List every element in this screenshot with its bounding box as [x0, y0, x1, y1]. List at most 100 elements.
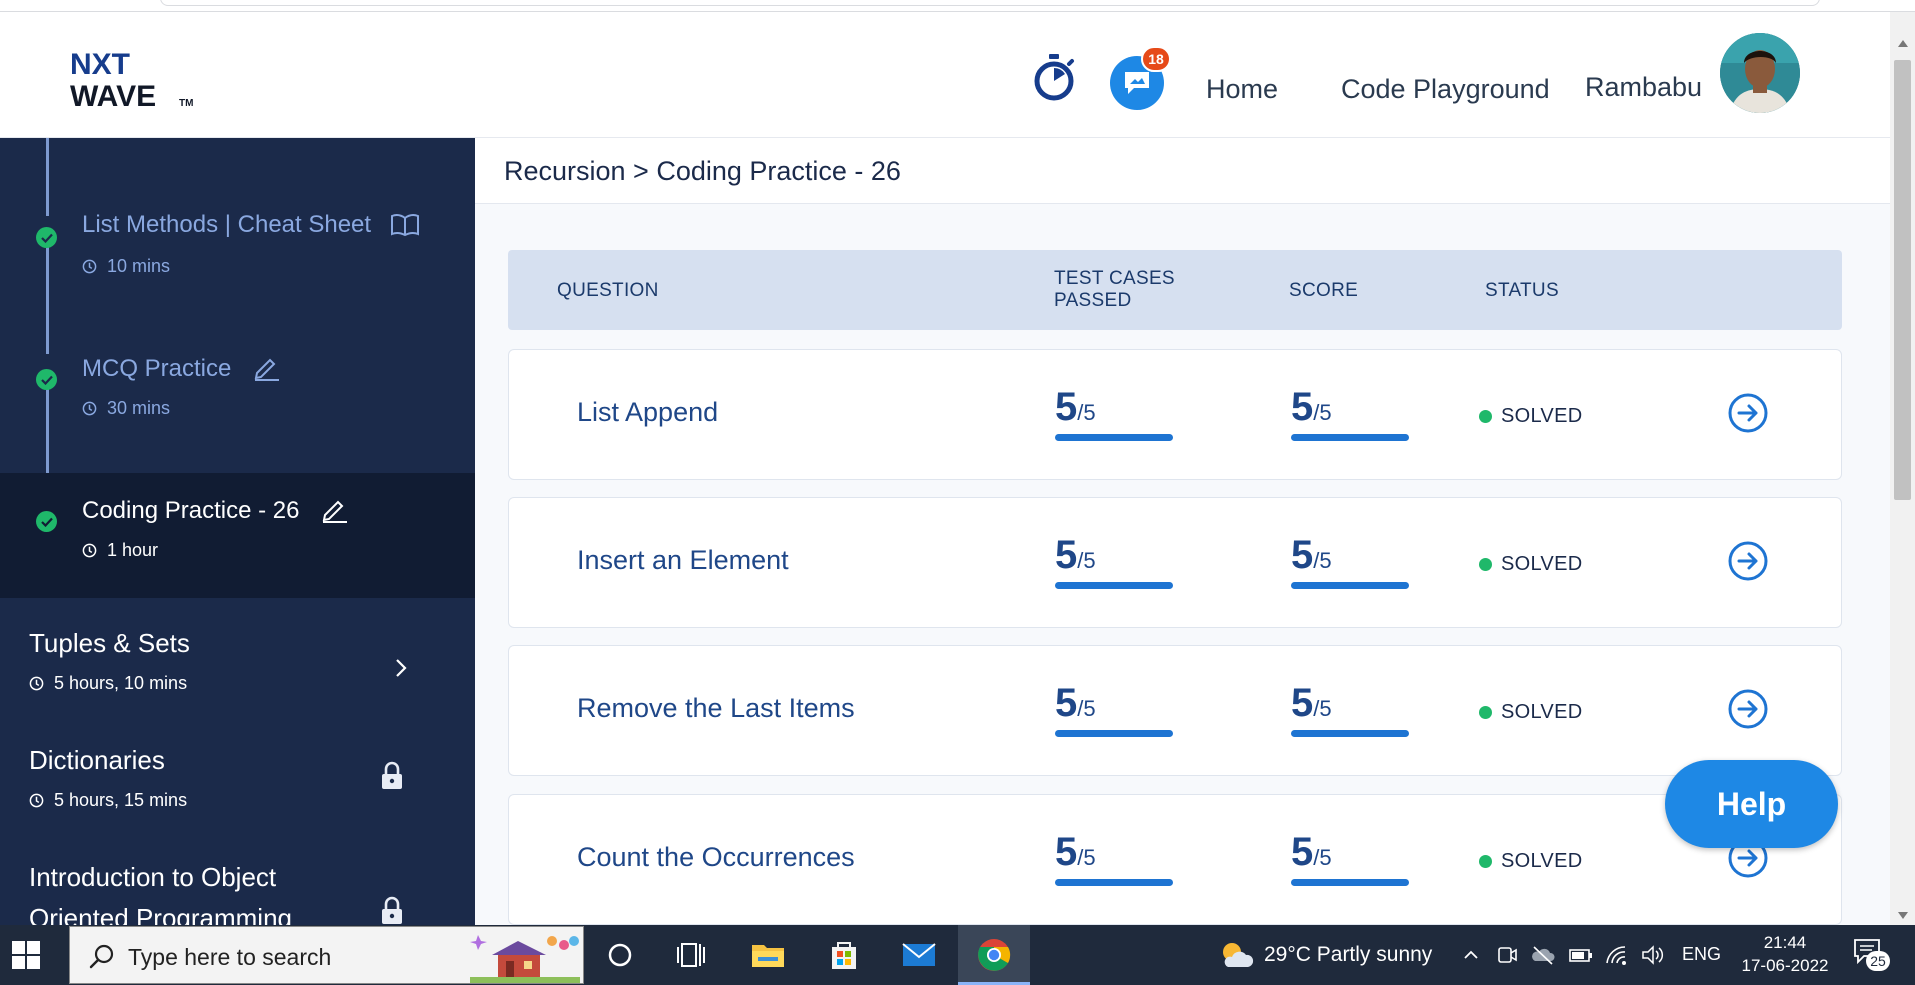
mail-icon[interactable]: [899, 935, 939, 975]
chat-notification-badge: 18: [1141, 46, 1171, 72]
book-icon: [390, 213, 419, 237]
search-highlight-illustration: [470, 931, 580, 983]
column-header-test-cases-line2: PASSED: [1054, 290, 1132, 311]
score-value: 5: [1291, 830, 1314, 874]
taskbar-search-box[interactable]: Type here to search: [69, 926, 584, 984]
module-title-line2: Oriented Programming: [29, 903, 292, 925]
pencil-icon: [322, 500, 348, 523]
battery-icon[interactable]: [1568, 943, 1594, 967]
status-label: SOLVED: [1501, 553, 1583, 575]
score-value: 5: [1291, 385, 1314, 429]
notification-center-button[interactable]: 25: [1852, 937, 1892, 973]
score: 5/5: [1291, 681, 1409, 737]
chevron-up-icon[interactable]: [1462, 943, 1480, 967]
question-name[interactable]: Insert an Element: [577, 545, 789, 576]
onedrive-offline-icon[interactable]: [1530, 943, 1556, 967]
status-dot: [1479, 410, 1492, 423]
passed-progress-bar: [1055, 582, 1173, 589]
table-row[interactable]: Insert an Element 5/5 5/5 SOLVED: [508, 497, 1842, 628]
passed-count: 5: [1055, 830, 1078, 874]
module-title-line1: Introduction to Object: [29, 862, 277, 892]
username-label[interactable]: Rambabu: [1585, 72, 1702, 103]
column-header-test-cases: TEST CASES PASSED: [1054, 268, 1175, 312]
wifi-icon[interactable]: [1604, 943, 1630, 967]
sidebar-item-title: Coding Practice - 26: [82, 495, 348, 525]
search-icon: [89, 944, 114, 969]
breadcrumb[interactable]: Recursion > Coding Practice - 26: [504, 156, 901, 187]
chevron-right-icon[interactable]: [394, 657, 408, 679]
passed-progress-bar: [1055, 730, 1173, 737]
nav-home-link[interactable]: Home: [1206, 74, 1278, 105]
cortana-icon[interactable]: [600, 935, 640, 975]
stopwatch-icon[interactable]: [1030, 52, 1078, 104]
top-header: NXT WAVE TM 18 Home Code Playground Ramb…: [0, 12, 1890, 138]
score: 5/5: [1291, 830, 1409, 886]
passed-total: /5: [1077, 548, 1096, 573]
completed-check-icon: [36, 227, 57, 248]
status-dot: [1479, 706, 1492, 719]
sidebar-item-duration: 30 mins: [82, 398, 170, 419]
pencil-icon: [254, 358, 280, 381]
status-badge: SOLVED: [1479, 701, 1582, 724]
sidebar-item-mcq-practice[interactable]: MCQ Practice 30 mins: [0, 338, 475, 448]
question-name[interactable]: Count the Occurrences: [577, 842, 855, 873]
sidebar-item-duration: 10 mins: [82, 256, 170, 277]
clock-icon: [82, 259, 97, 274]
help-button[interactable]: Help: [1665, 760, 1838, 848]
browser-chrome-strip: [0, 0, 1915, 12]
scroll-up-arrow-icon[interactable]: [1898, 40, 1908, 47]
score-total: /5: [1313, 548, 1332, 573]
column-header-status: STATUS: [1485, 280, 1559, 301]
weather-label: 29°C Partly sunny: [1264, 943, 1433, 966]
logo-tm: TM: [179, 98, 193, 109]
microsoft-store-icon[interactable]: [824, 935, 864, 975]
chrome-icon[interactable]: [974, 935, 1014, 975]
arrow-right-circle-icon[interactable]: [1727, 392, 1769, 434]
column-header-question: QUESTION: [557, 280, 659, 301]
column-header-test-cases-line1: TEST CASES: [1054, 268, 1175, 289]
sidebar-item-title: MCQ Practice: [82, 353, 280, 383]
table-row[interactable]: Remove the Last Items 5/5 5/5 SOLVED: [508, 645, 1842, 776]
duration-label: 1 hour: [107, 540, 159, 560]
taskbar-clock[interactable]: 21:44 17-06-2022: [1740, 931, 1830, 977]
passed-count: 5: [1055, 385, 1078, 429]
address-bar[interactable]: [160, 0, 1820, 6]
table-row[interactable]: List Append 5/5 5/5 SOLVED: [508, 349, 1842, 480]
user-avatar[interactable]: [1720, 33, 1800, 113]
module-duration: 5 hours, 15 mins: [29, 790, 187, 811]
passed-count: 5: [1055, 681, 1078, 725]
completed-check-icon: [36, 369, 57, 390]
table-row[interactable]: Count the Occurrences 5/5 5/5 SOLVED: [508, 794, 1842, 925]
volume-icon[interactable]: [1640, 943, 1666, 967]
chat-button[interactable]: 18: [1108, 44, 1171, 110]
sidebar-module-tuples-sets[interactable]: Tuples & Sets 5 hours, 10 mins: [0, 616, 475, 731]
scrollbar-thumb[interactable]: [1894, 60, 1911, 500]
scroll-down-arrow-icon[interactable]: [1898, 912, 1908, 919]
sidebar-module-dictionaries[interactable]: Dictionaries 5 hours, 15 mins: [0, 733, 475, 848]
sidebar-item-coding-practice-26[interactable]: Coding Practice - 26 1 hour: [0, 473, 475, 598]
score-total: /5: [1313, 400, 1332, 425]
input-language[interactable]: ENG: [1682, 944, 1721, 968]
column-header-score: SCORE: [1289, 280, 1359, 301]
passed-count: 5: [1055, 533, 1078, 577]
question-name[interactable]: List Append: [577, 397, 718, 428]
sidebar-item-label: List Methods | Cheat Sheet: [82, 211, 372, 238]
task-view-icon[interactable]: [672, 935, 712, 975]
windows-start-icon[interactable]: [12, 941, 40, 969]
arrow-right-circle-icon[interactable]: [1727, 688, 1769, 730]
clock-time: 21:44: [1763, 933, 1807, 952]
file-explorer-icon[interactable]: [748, 935, 788, 975]
passed-total: /5: [1077, 400, 1096, 425]
weather-widget[interactable]: 29°C Partly sunny: [1218, 939, 1432, 971]
nxtwave-logo[interactable]: NXT WAVE TM: [68, 40, 208, 120]
arrow-right-circle-icon[interactable]: [1727, 540, 1769, 582]
meet-now-icon[interactable]: [1496, 943, 1518, 967]
app-root: NXT WAVE TM 18 Home Code Playground Ramb…: [0, 0, 1915, 985]
sidebar-item-list-methods[interactable]: List Methods | Cheat Sheet 10 mins: [0, 198, 475, 308]
page-scrollbar[interactable]: [1890, 12, 1915, 925]
question-name[interactable]: Remove the Last Items: [577, 693, 855, 724]
passed-total: /5: [1077, 696, 1096, 721]
status-dot: [1479, 558, 1492, 571]
sidebar-module-oop-intro[interactable]: Introduction to Object Oriented Programm…: [0, 850, 475, 925]
nav-code-playground-link[interactable]: Code Playground: [1341, 74, 1550, 105]
